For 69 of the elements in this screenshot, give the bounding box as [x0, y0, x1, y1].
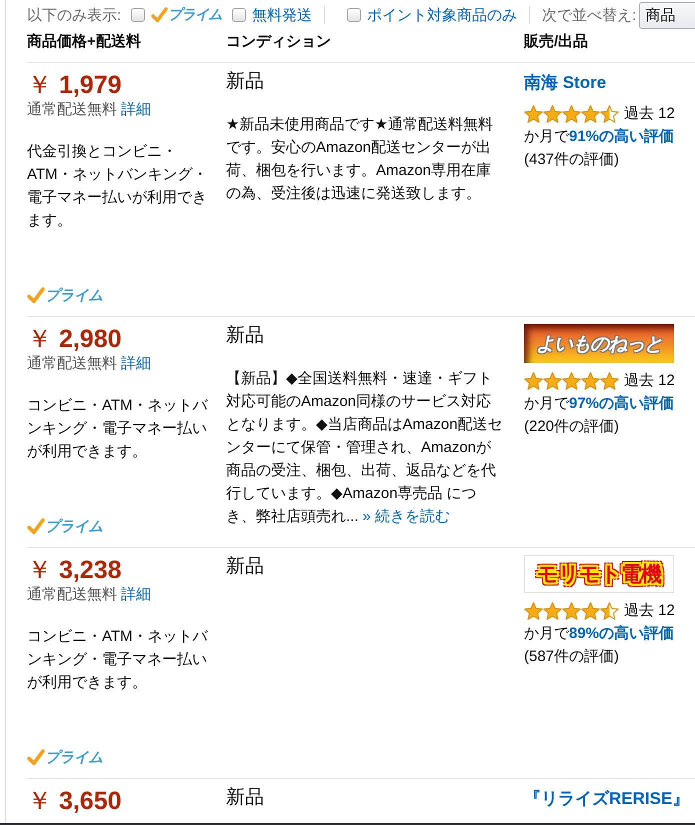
payment-text: 代金引換とコンビニ・ATM・ネットバンキング・電子マネー払いが利用できます。: [27, 142, 209, 231]
rating-count: (220件の評価): [524, 417, 620, 437]
read-more-link[interactable]: » 続きを読む: [362, 508, 450, 525]
star-icon: [581, 602, 600, 620]
star-icon: [543, 602, 562, 620]
star-icon: [543, 104, 562, 122]
rating-count: (437件の評価): [524, 150, 620, 170]
star-icon: [581, 372, 600, 390]
shipping-text: 通常配送無料: [27, 586, 117, 603]
star-icon: [562, 372, 581, 390]
payment-text: コンビニ・ATM・ネットバンキング・電子マネー払いが利用できます。: [27, 627, 209, 693]
filter-link[interactable]: ポイント対象商品のみ: [367, 6, 518, 24]
star-icon: [581, 104, 600, 122]
price: ￥ 3,238: [27, 556, 122, 584]
column-header: コンディション: [226, 32, 331, 52]
rating-period: 過去 12: [624, 601, 675, 620]
rating-period: か月で: [524, 625, 569, 642]
condition: 新品: [226, 70, 264, 94]
checkbox[interactable]: [131, 8, 146, 22]
star-icon: [524, 104, 543, 122]
filter-label: 以下のみ表示:: [27, 6, 122, 24]
prime-label[interactable]: プライム: [168, 6, 222, 24]
star-icon: [543, 372, 562, 390]
checkbox[interactable]: [347, 8, 362, 22]
star-icon: [600, 602, 619, 620]
prime-label: プライム: [45, 748, 103, 766]
star-icon: [524, 372, 543, 390]
check-icon: [151, 7, 168, 23]
star-icon: [600, 104, 619, 122]
check-icon: [27, 518, 45, 534]
prime-label: プライム: [45, 286, 103, 304]
details-link[interactable]: 詳細: [121, 101, 151, 118]
price: ￥ 3,650: [27, 787, 122, 815]
check-icon: [27, 286, 45, 304]
rating-period: か月で: [524, 395, 569, 412]
rating-link[interactable]: 89%の高い評価: [569, 625, 674, 642]
star-icon: [562, 104, 581, 122]
condition: 新品: [226, 786, 264, 810]
filter-link[interactable]: 無料発送: [252, 6, 312, 24]
column-header: 商品価格+配送料: [27, 32, 141, 52]
seller-name-link[interactable]: 南海 Store: [524, 70, 606, 96]
rating-link[interactable]: 97%の高い評価: [569, 395, 674, 412]
condition: 新品: [226, 555, 264, 579]
details-link[interactable]: 詳細: [121, 586, 151, 603]
star-icon: [562, 602, 581, 620]
star-icon: [600, 372, 619, 390]
rating-count: (587件の評価): [524, 647, 620, 667]
shipping-text: 通常配送無料: [27, 355, 117, 372]
price: ￥ 2,980: [27, 325, 122, 353]
rating-period: か月で: [524, 128, 569, 145]
rating-period: 過去 12: [624, 371, 675, 390]
payment-text: コンビニ・ATM・ネットバンキング・電子マネー払いが利用できます。: [27, 396, 209, 462]
price: ￥ 1,979: [27, 71, 122, 99]
seller-name-link[interactable]: 『リライズRERISE』: [524, 786, 690, 812]
check-icon: [27, 748, 45, 766]
rating-period: 過去 12: [624, 104, 675, 123]
sort-label: 次で並べ替え:: [542, 6, 636, 24]
sort-dropdown[interactable]: 商品: [639, 2, 695, 28]
shipping-text: 通常配送無料: [27, 101, 117, 118]
description-text: 【新品】◆全国送料無料・速達・ギフト対応可能のAmazon同様のサービス対応となります。◆当店商品はAmazon配送センターにて保管・管理され、Amazonが商品の受注、梱包、出荷、返品などを代行しています。◆Amazon専売品 につき、弊社店頭売れ... » 続きを読む: [226, 369, 504, 527]
condition: 新品: [226, 324, 264, 348]
details-link[interactable]: 詳細: [121, 355, 151, 372]
seller-logo[interactable]: モリモト電機: [524, 555, 674, 593]
checkbox[interactable]: [232, 8, 246, 22]
prime-label: プライム: [45, 518, 103, 536]
column-header: 販売/出品: [524, 32, 588, 52]
rating-link[interactable]: 91%の高い評価: [569, 128, 674, 145]
star-icon: [524, 602, 543, 620]
description-text: ★新品未使用商品です★通常配送料無料です。安心のAmazon配送センターが出荷、梱包を行います。Amazon専用在庫の為、受注後は迅速に発送致します。: [226, 115, 494, 204]
